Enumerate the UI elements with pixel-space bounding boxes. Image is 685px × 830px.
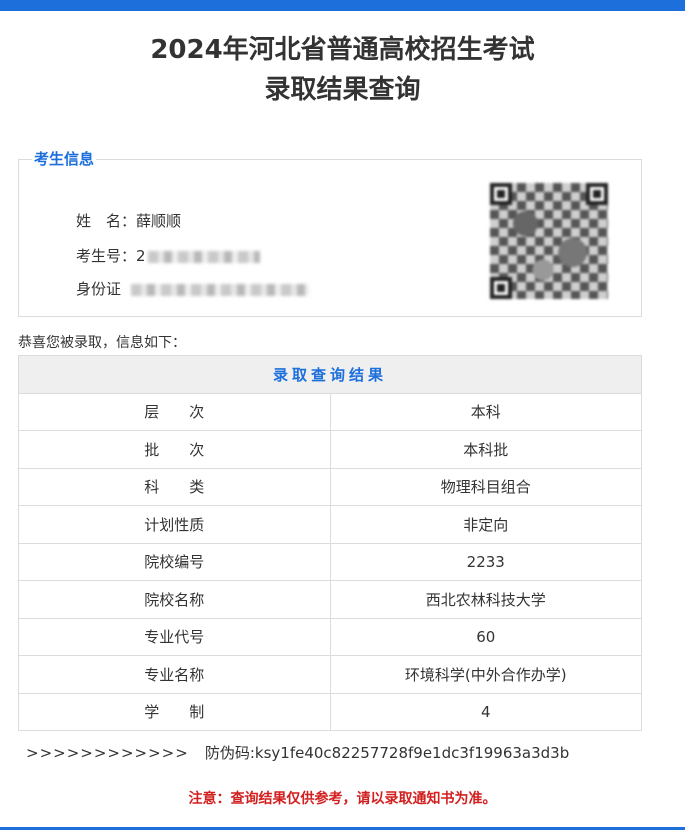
row-label: 批 次 (18, 430, 331, 469)
row-label: 院校名称 (18, 580, 331, 619)
row-label: 专业代号 (18, 617, 331, 656)
candidate-name-value: 薛顺顺 (136, 212, 182, 230)
qr-code-icon (490, 183, 608, 299)
row-value: 2233 (329, 542, 642, 581)
result-table-header-row: 录取查询结果 (18, 355, 642, 394)
row-value: 60 (329, 617, 642, 656)
table-row: 专业名称 环境科学(中外合作办学) (18, 655, 642, 694)
table-row: 计划性质 非定向 (18, 505, 642, 544)
row-value: 本科批 (329, 430, 642, 469)
row-value: 环境科学(中外合作办学) (329, 655, 642, 694)
row-label: 科 类 (18, 467, 331, 506)
qr-finder-top-right (586, 183, 608, 205)
admission-result-table: 录取查询结果 层 次 本科 批 次 本科批 科 类 物理科目组合 计划性质 非定… (18, 355, 642, 731)
candidate-name-label: 姓 名： (76, 212, 137, 230)
redacted-exam-no (147, 250, 260, 263)
row-value: 非定向 (329, 505, 642, 544)
notice-text: 注意：查询结果仅供参考，请以录取通知书为准。 (188, 791, 497, 807)
row-label: 学 制 (18, 692, 331, 731)
row-value: 本科 (329, 392, 642, 431)
table-row: 科 类 物理科目组合 (18, 467, 642, 506)
candidate-id-label: 身份证 (76, 280, 122, 298)
anti-fake-label: 防伪码: (204, 744, 255, 762)
row-label: 专业名称 (18, 655, 331, 694)
candidate-info-legend: 考生信息 (32, 149, 97, 169)
candidate-exam-no-row: 考生号：2 (76, 245, 260, 267)
qr-finder-bottom-left (490, 277, 512, 299)
page-title-line1: 2024年河北省普通高校招生考试 (150, 35, 535, 65)
anti-fake-code-line: >>>>>>>>>>>> 防伪码:ksy1fe40c82257728f9e1dc3… (26, 742, 569, 764)
row-value: 物理科目组合 (329, 467, 642, 506)
qr-finder-top-left (490, 183, 512, 205)
page-title-line2: 录取结果查询 (264, 75, 421, 105)
candidate-name-row: 姓 名：薛顺顺 (76, 210, 181, 232)
row-label: 计划性质 (18, 505, 331, 544)
result-table-header: 录取查询结果 (18, 355, 642, 394)
redacted-id-number (131, 283, 310, 296)
row-value: 4 (329, 692, 642, 731)
anti-fake-code: ksy1fe40c82257728f9e1dc3f19963a3d3b (254, 744, 570, 762)
table-row: 批 次 本科批 (18, 430, 642, 469)
table-row: 院校名称 西北农林科技大学 (18, 580, 642, 619)
page-title: 2024年河北省普通高校招生考试 录取结果查询 (0, 30, 685, 110)
candidate-exam-no-label: 考生号： (76, 247, 137, 265)
candidate-exam-no-value: 2 (136, 247, 146, 265)
arrow-marker: >>>>>>>>>>>> (26, 744, 189, 762)
top-accent-bar (0, 0, 685, 11)
row-value: 西北农林科技大学 (329, 580, 642, 619)
table-row: 层 次 本科 (18, 392, 642, 431)
table-row: 学 制 4 (18, 692, 642, 731)
row-label: 层 次 (18, 392, 331, 431)
congrats-text: 恭喜您被录取，信息如下： (18, 335, 186, 351)
candidate-id-row: 身份证 (76, 278, 310, 300)
row-label: 院校编号 (18, 542, 331, 581)
table-row: 专业代号 60 (18, 617, 642, 656)
table-row: 院校编号 2233 (18, 542, 642, 581)
